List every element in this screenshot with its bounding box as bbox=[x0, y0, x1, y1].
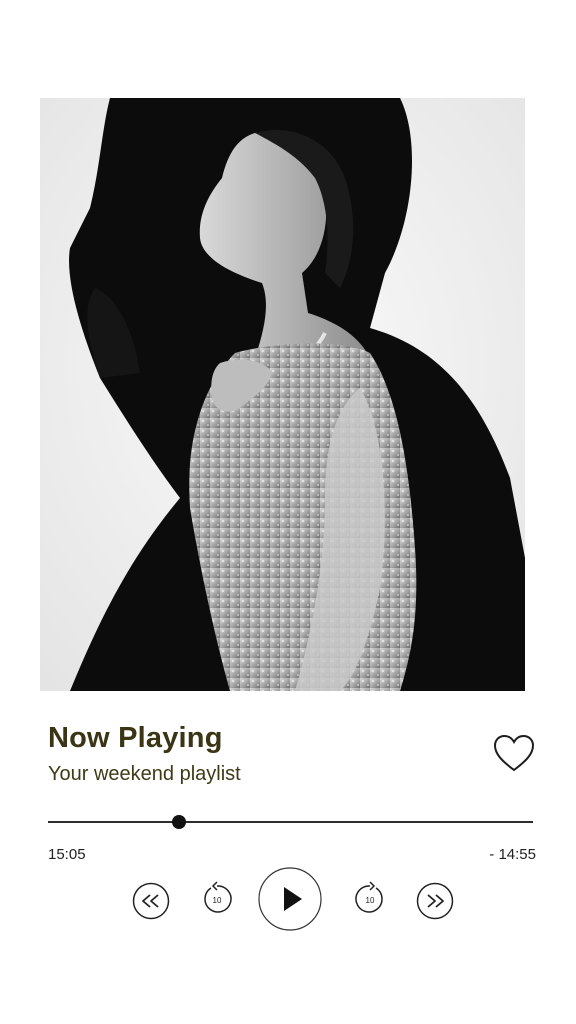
fast-forward-button[interactable] bbox=[416, 882, 454, 920]
replay-seconds-label: 10 bbox=[213, 896, 222, 905]
playlist-subtitle: Your weekend playlist bbox=[48, 763, 241, 785]
play-icon bbox=[258, 867, 322, 931]
elapsed-time: 15:05 bbox=[48, 846, 86, 863]
album-art bbox=[40, 98, 525, 691]
progress-bar[interactable] bbox=[48, 815, 533, 829]
rewind-button[interactable] bbox=[132, 882, 170, 920]
fast-forward-icon bbox=[416, 882, 454, 920]
now-playing-title: Now Playing bbox=[48, 722, 223, 754]
forward-10-icon: 10 bbox=[355, 881, 383, 913]
play-button[interactable] bbox=[258, 867, 322, 931]
replay-10-button[interactable]: 10 bbox=[200, 881, 234, 917]
progress-knob[interactable] bbox=[171, 815, 186, 829]
album-photo bbox=[40, 98, 525, 691]
like-button[interactable] bbox=[492, 733, 536, 773]
forward-seconds-label: 10 bbox=[366, 896, 375, 905]
heart-outline-icon bbox=[493, 734, 535, 772]
rewind-icon bbox=[132, 882, 170, 920]
remaining-time: - 14:55 bbox=[489, 846, 536, 863]
replay-10-icon: 10 bbox=[204, 881, 232, 913]
forward-10-button[interactable]: 10 bbox=[353, 881, 387, 917]
